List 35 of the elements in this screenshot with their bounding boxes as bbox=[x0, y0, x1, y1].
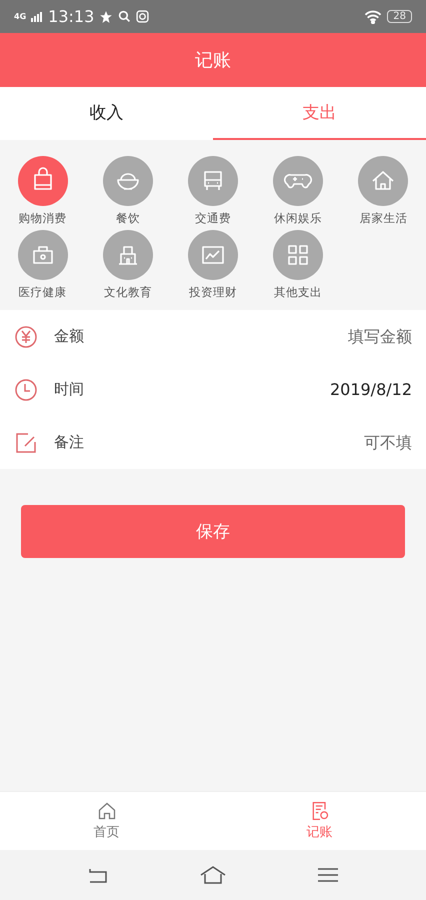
category-label: 文化教育 bbox=[104, 285, 152, 300]
clock: 13:13 bbox=[48, 7, 94, 26]
tab[interactable]: 收入 bbox=[0, 87, 213, 140]
document-icon bbox=[310, 801, 330, 821]
nav-item[interactable]: 记账 bbox=[213, 792, 426, 850]
wifi-icon bbox=[364, 10, 382, 24]
input-field[interactable]: 填写金额 bbox=[84, 326, 414, 347]
search-icon bbox=[118, 10, 132, 23]
category-label: 医疗健康 bbox=[18, 285, 67, 300]
page-title: 记账 bbox=[195, 49, 231, 72]
signal-icon bbox=[31, 12, 44, 22]
clock-icon bbox=[14, 378, 38, 402]
category-label: 购物消费 bbox=[18, 211, 67, 226]
tab[interactable]: 支出 bbox=[213, 87, 426, 140]
field-label: 备注 bbox=[54, 433, 84, 452]
category-label: 休闲娱乐 bbox=[274, 211, 322, 226]
edit-icon bbox=[14, 430, 38, 454]
save-button[interactable]: 保存 bbox=[21, 505, 405, 558]
nav-item[interactable]: 首页 bbox=[0, 792, 213, 850]
battery-indicator: 28 bbox=[387, 10, 412, 23]
network-label: 4G bbox=[14, 12, 26, 20]
star-icon bbox=[99, 10, 114, 24]
input-field[interactable]: 2019/8/12 bbox=[84, 379, 414, 400]
field-label: 时间 bbox=[54, 380, 84, 399]
home-icon[interactable] bbox=[198, 865, 227, 885]
home-icon bbox=[96, 801, 116, 821]
app-icon bbox=[136, 10, 150, 23]
yen-icon bbox=[14, 324, 38, 348]
input-field[interactable]: 可不填 bbox=[84, 432, 414, 453]
category-label: 交通费 bbox=[194, 211, 231, 226]
field-label: 金额 bbox=[54, 327, 84, 346]
category-label: 其他支出 bbox=[274, 285, 322, 300]
category-label: 投资理财 bbox=[188, 285, 237, 300]
category-label: 餐饮 bbox=[116, 211, 140, 226]
category-label: 居家生活 bbox=[359, 211, 408, 226]
